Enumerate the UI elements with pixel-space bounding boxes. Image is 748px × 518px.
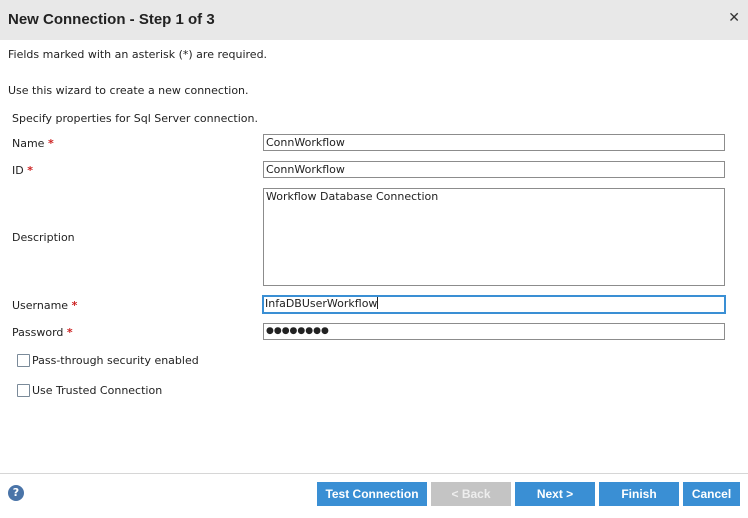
username-value: InfaDBUserWorkflow bbox=[265, 297, 378, 310]
dialog-titlebar: New Connection - Step 1 of 3 ✕ bbox=[0, 0, 748, 40]
passthrough-label: Pass-through security enabled bbox=[32, 354, 199, 367]
name-input[interactable]: ConnWorkflow bbox=[263, 134, 725, 151]
close-icon[interactable]: ✕ bbox=[728, 10, 740, 26]
wizard-note: Use this wizard to create a new connecti… bbox=[8, 84, 249, 97]
text-caret bbox=[377, 297, 379, 309]
section-label: Specify properties for Sql Server connec… bbox=[12, 112, 258, 125]
passthrough-checkbox[interactable] bbox=[17, 354, 30, 367]
back-button[interactable]: < Back bbox=[431, 482, 511, 506]
password-input[interactable]: ●●●●●●●● bbox=[263, 323, 725, 340]
required-marker: * bbox=[27, 164, 33, 177]
dialog-title: New Connection - Step 1 of 3 bbox=[8, 11, 215, 28]
cancel-button[interactable]: Cancel bbox=[683, 482, 740, 506]
username-input[interactable]: InfaDBUserWorkflow bbox=[262, 295, 726, 314]
trusted-connection-checkbox[interactable] bbox=[17, 384, 30, 397]
description-textarea[interactable]: Workflow Database Connection bbox=[263, 188, 725, 286]
required-marker: * bbox=[47, 137, 54, 150]
required-note: Fields marked with an asterisk (*) are r… bbox=[8, 48, 268, 61]
trusted-connection-label: Use Trusted Connection bbox=[32, 384, 163, 397]
id-label: ID * bbox=[12, 164, 33, 177]
required-marker: * bbox=[71, 299, 78, 312]
username-label: Username * bbox=[12, 299, 78, 312]
name-label: Name * bbox=[12, 137, 54, 150]
id-input[interactable]: ConnWorkflow bbox=[263, 161, 725, 178]
finish-button[interactable]: Finish bbox=[599, 482, 679, 506]
next-button[interactable]: Next > bbox=[515, 482, 595, 506]
help-icon[interactable]: ? bbox=[8, 485, 24, 501]
required-marker: * bbox=[66, 326, 73, 339]
footer-divider bbox=[0, 473, 748, 474]
test-connection-button[interactable]: Test Connection bbox=[317, 482, 427, 506]
password-label: Password * bbox=[12, 326, 73, 339]
description-label: Description bbox=[12, 231, 75, 244]
